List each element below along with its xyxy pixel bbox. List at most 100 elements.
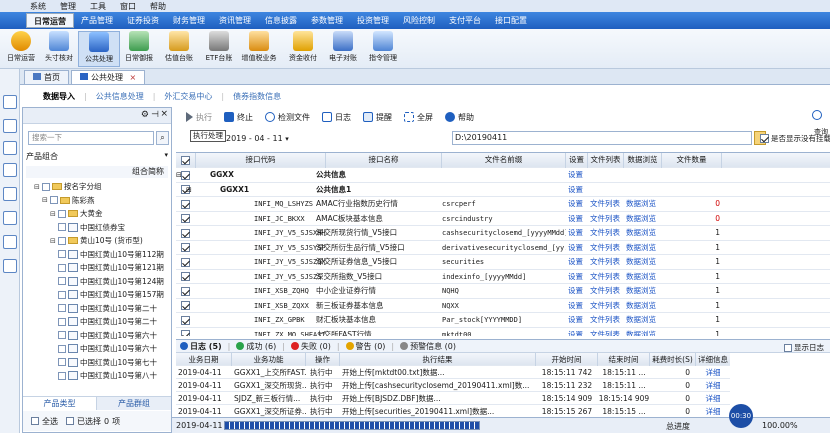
tree-checkbox[interactable]	[50, 196, 58, 204]
table-row[interactable]: INFI_JY_V5_SJSZQXX 深交所证券信息_V5接口 securities…	[176, 255, 830, 270]
row-checkbox[interactable]	[181, 315, 190, 325]
cell-browse-link[interactable]: 数据浏览	[626, 313, 662, 328]
cell-browse-link[interactable]: 数据浏览	[626, 212, 662, 227]
cell-setting-link[interactable]: 设置	[568, 197, 588, 212]
cell-browse-link[interactable]: 数据浏览	[626, 284, 662, 299]
tree-checkbox[interactable]	[42, 182, 50, 191]
chart-icon[interactable]	[3, 163, 17, 177]
tree-checkbox[interactable]	[58, 223, 66, 231]
main-menu-item[interactable]: 财务管理	[166, 13, 212, 28]
col-file-count[interactable]: 文件数量	[662, 153, 722, 168]
fullscreen-button[interactable]: 全屏	[400, 112, 437, 123]
path-input[interactable]: D:\20190411	[452, 131, 752, 145]
ribbon-etf-ledger[interactable]: ETF台账	[198, 31, 240, 67]
table-row[interactable]: INFI_JY_V5_SJSXHHQ 深交所现货行情_V5接口 cashsecuri…	[176, 226, 830, 241]
ribbon-position-check[interactable]: 头寸核对	[38, 31, 80, 67]
tree-item[interactable]: 中国红黄山10号第157期	[26, 288, 166, 301]
table-row[interactable]: INFI_JY_V5_SJSYSPHQ深交所衍生品行情_V5接口derivati…	[176, 241, 830, 256]
grid-icon[interactable]	[3, 119, 17, 133]
cell-setting-link[interactable]: 设置	[568, 299, 588, 314]
tab-product-type[interactable]: 产品类型	[23, 397, 97, 410]
tree-item[interactable]: ⊟ 大黄金	[26, 207, 166, 220]
row-checkbox[interactable]	[181, 330, 190, 336]
cell-file-list-link[interactable]: 文件列表	[590, 284, 624, 299]
cell-setting-link[interactable]: 设置	[568, 284, 588, 299]
tree-checkbox[interactable]	[58, 277, 66, 285]
table-row[interactable]: INFI_XSB_ZQHQ 中小企业证券行情 NQHQ 设置 文件列表 数据浏览 1	[176, 284, 830, 299]
cell-file-list-link[interactable]	[590, 183, 624, 198]
send-icon[interactable]	[3, 95, 17, 109]
row-checkbox[interactable]	[181, 214, 190, 223]
log-tab[interactable]: 预警信息 (0)	[400, 341, 456, 352]
log-row[interactable]: 2019-04-11 GGXX1_上交所FAST... 执行中 开始上传[mktdt0…	[176, 366, 730, 379]
cell-file-list-link[interactable]: 文件列表	[590, 299, 624, 314]
col-file-list[interactable]: 文件列表	[588, 153, 624, 168]
tree-checkbox[interactable]	[58, 290, 66, 299]
tree-item[interactable]: ⊟ 黄山10号 (货币型)	[26, 234, 166, 247]
tree-item[interactable]: 中国红债券宝	[26, 221, 166, 234]
ribbon-public-processing[interactable]: 公共处理	[78, 31, 120, 67]
subtab-data-import[interactable]: 数据导入	[34, 91, 84, 102]
cell-file-list-link[interactable]: 文件列表	[590, 241, 624, 256]
row-checkbox[interactable]	[181, 301, 190, 310]
tab-home[interactable]: 首页	[24, 70, 69, 84]
col-name[interactable]: 接口名称	[326, 153, 442, 168]
expand-icon[interactable]: ⊟	[50, 237, 56, 245]
ribbon-e-reconcile[interactable]: 电子对账	[322, 31, 364, 67]
select-all-checkbox[interactable]	[181, 155, 190, 165]
table-row[interactable]: INFI_ZX_GPBK 财汇板块基本信息 Par_stock[YYYYMMDD] 设…	[176, 313, 830, 328]
cell-browse-link[interactable]: 数据浏览	[626, 270, 662, 285]
cell-setting-link[interactable]: 设置	[568, 183, 588, 198]
query-button[interactable]	[808, 110, 826, 120]
cell-browse-link[interactable]: 数据浏览	[626, 226, 662, 241]
cube-icon[interactable]	[3, 141, 17, 155]
cell-browse-link[interactable]: 数据浏览	[626, 299, 662, 314]
tree-item[interactable]: 中国红黄山10号第六十	[26, 342, 166, 355]
cell-file-list-link[interactable]: 文件列表	[590, 328, 624, 337]
collapse-icon[interactable]: ⊟	[186, 183, 194, 198]
log-row[interactable]: 2019-04-11 GGXX1_深交所现货... 执行中 开始上传[cashsecu…	[176, 379, 730, 392]
col-code[interactable]: 接口代码	[196, 153, 326, 168]
table-row[interactable]: INFI_ZX_MQ_SHFAST 上交所FAST行情 mktdt00 设置 文件列表数…	[176, 328, 830, 337]
table-row[interactable]: INFI_JC_BKXX AMAC板块基本信息 csrcindustry 设置 文件列表…	[176, 212, 830, 227]
tab-product-group[interactable]: 产品群组	[97, 397, 171, 410]
main-menu-item[interactable]: 接口配置	[488, 13, 534, 28]
table-row[interactable]: INFI_MQ_LSHYZS AMAC行业指数历史行情 csrcperf 设置 文件列表…	[176, 197, 830, 212]
table-row[interactable]: INFI_JY_V5_SJSZS 深交所指数_V5接口 indexinfo_[yyy…	[176, 270, 830, 285]
menu-system[interactable]: 系统	[30, 1, 46, 12]
cell-setting-link[interactable]: 设置	[568, 212, 588, 227]
select-all-checkbox[interactable]: 全选	[31, 416, 58, 427]
row-checkbox[interactable]	[181, 199, 190, 209]
row-checkbox[interactable]	[181, 257, 190, 267]
list-icon[interactable]	[3, 211, 17, 225]
log-tab[interactable]: 警告 (0)	[345, 341, 385, 352]
pin-icon[interactable]: ⊣	[151, 110, 159, 120]
menu-tools[interactable]: 工具	[90, 1, 106, 12]
col-browse[interactable]: 数据浏览	[624, 153, 662, 168]
stop-button[interactable]: 终止	[220, 112, 257, 123]
tree-item[interactable]: 中国红黄山10号第二十	[26, 302, 166, 315]
search-icon[interactable]: ⌕	[156, 131, 169, 145]
main-menu-item[interactable]: 投资管理	[350, 13, 396, 28]
menu-help[interactable]: 帮助	[150, 1, 166, 12]
cell-setting-link[interactable]: 设置	[568, 270, 588, 285]
business-date-field[interactable]: 2019 - 04 - 11 ▾	[226, 132, 296, 145]
tree-checkbox[interactable]	[58, 209, 66, 218]
cell-setting-link[interactable]: 设置	[568, 168, 588, 183]
expand-icon[interactable]: ⊟	[34, 183, 40, 191]
main-menu-item[interactable]: 资讯管理	[212, 13, 258, 28]
close-icon[interactable]: ×	[160, 109, 168, 119]
ribbon-instruction[interactable]: 指令管理	[362, 31, 404, 67]
table-row[interactable]: ⊟ GGXX1 公共信息1 设置	[176, 183, 830, 198]
subtab-bond-index[interactable]: 债券指数信息	[224, 91, 290, 102]
show-log-checkbox[interactable]: 显示日志	[784, 342, 824, 353]
show-unmounted-checkbox[interactable]: 是否显示没有挂载	[760, 133, 830, 144]
row-checkbox[interactable]	[181, 286, 190, 296]
tree-item[interactable]: 中国红黄山10号第121期	[26, 261, 166, 274]
col-setting[interactable]: 设置	[566, 153, 588, 168]
log-tab[interactable]: 失败 (0)	[290, 341, 331, 352]
cell-setting-link[interactable]: 设置	[568, 328, 588, 337]
cell-setting-link[interactable]: 设置	[568, 226, 588, 241]
cell-file-list-link[interactable]: 文件列表	[590, 270, 624, 285]
log-detail-link[interactable]: 详细	[696, 392, 730, 405]
